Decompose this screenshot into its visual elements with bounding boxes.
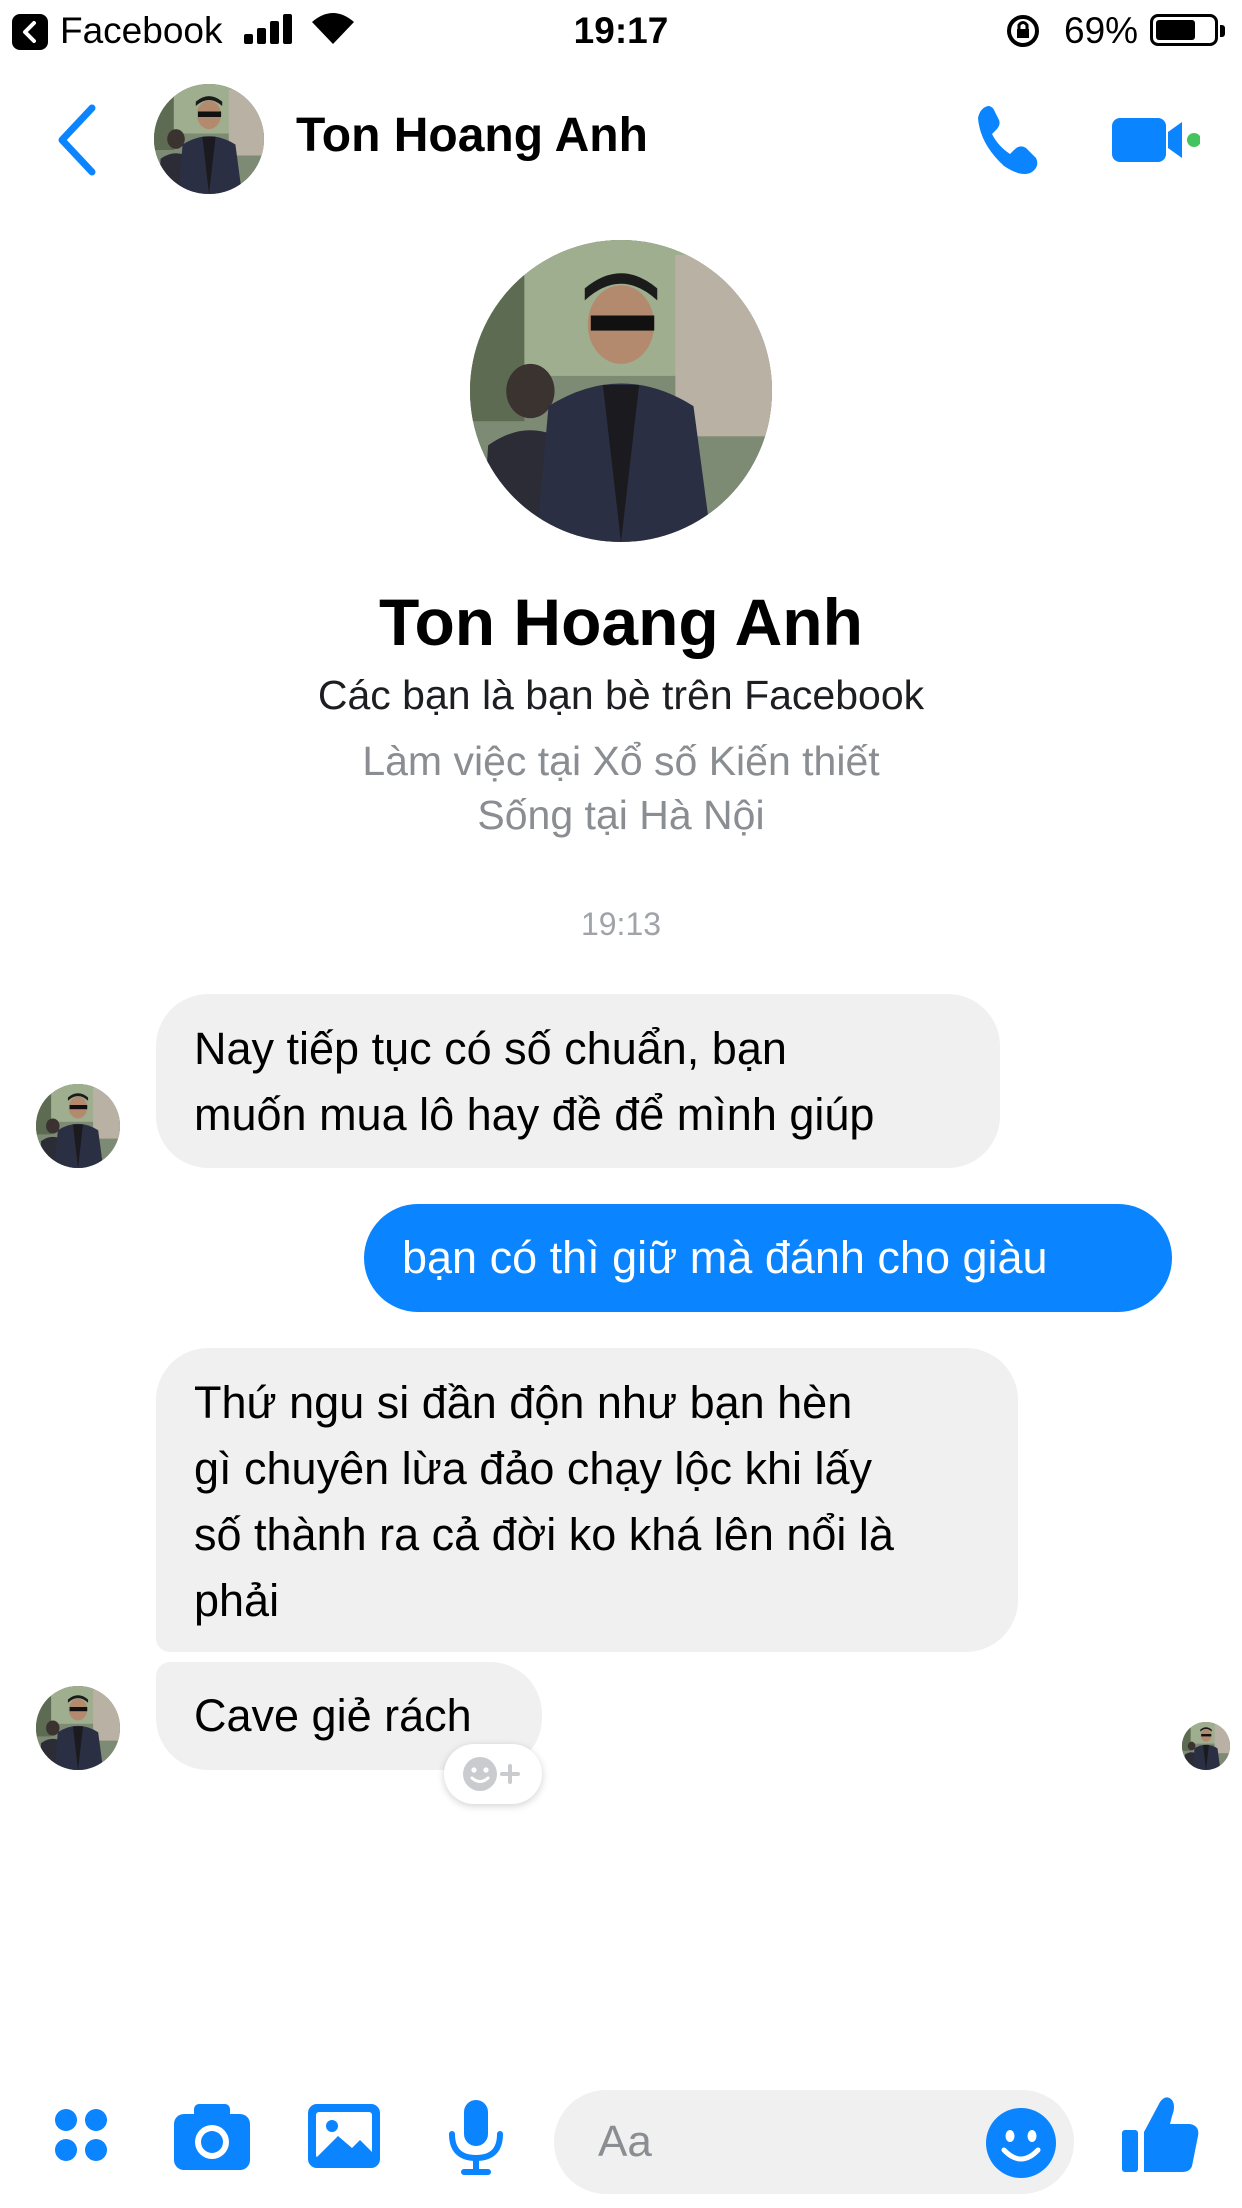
emoji-icon <box>986 2108 1056 2178</box>
sender-avatar[interactable] <box>36 1686 120 1770</box>
friendship-status: Các bạn là bạn bè trên Facebook <box>317 672 925 718</box>
sender-avatar[interactable] <box>36 1084 120 1168</box>
add-reaction-button[interactable] <box>444 1744 542 1804</box>
apps-button[interactable] <box>46 2096 126 2176</box>
header-avatar[interactable] <box>154 84 264 194</box>
message-line: số thành ra cả đời ko khá lên nổi là <box>194 1509 894 1560</box>
message-bubble-outgoing[interactable]: bạn có thì giữ mà đánh cho giàu <box>364 1204 1172 1312</box>
message-line: Thứ ngu si đần độn như bạn hèn <box>194 1377 853 1428</box>
message-line: muốn mua lô hay đề để mình giúp <box>194 1089 875 1140</box>
message-line: bạn có thì giữ mà đánh cho giàu <box>402 1232 1048 1283</box>
message-bubble-incoming[interactable]: Thứ ngu si đần độn như bạn hèn gì chuyên… <box>156 1348 1018 1652</box>
conversation-header: Ton Hoang Anh <box>0 70 1242 210</box>
message-bubble-incoming[interactable]: Nay tiếp tục có số chuẩn, bạn muốn mua l… <box>156 994 1000 1168</box>
voice-call-button[interactable] <box>970 100 1048 178</box>
chevron-left-icon <box>58 104 96 176</box>
status-bar: Facebook 19:17 69% <box>0 0 1242 62</box>
like-button[interactable] <box>1120 2092 1200 2176</box>
profile-location: Sống tại Hà Nội <box>477 792 765 838</box>
message-line: Cave giẻ rách <box>194 1690 472 1741</box>
message-timestamp: 19:13 <box>580 906 662 942</box>
voice-message-button[interactable] <box>436 2096 516 2176</box>
profile-name: Ton Hoang Anh <box>379 585 863 659</box>
thumbs-up-icon <box>1122 2097 1199 2172</box>
apps-icon <box>55 2109 107 2161</box>
active-status-dot <box>1187 133 1201 147</box>
profile-photo[interactable] <box>470 240 772 542</box>
emoji-button[interactable] <box>984 2106 1058 2180</box>
battery-percentage: 69% <box>1064 10 1139 51</box>
microphone-icon <box>449 2100 503 2175</box>
photo-button[interactable] <box>304 2096 384 2176</box>
profile-work: Làm việc tại Xổ số Kiến thiết <box>362 738 880 784</box>
battery-icon <box>1150 14 1225 46</box>
message-line: Nay tiếp tục có số chuẩn, bạn <box>194 1023 787 1074</box>
phone-icon <box>978 106 1038 174</box>
message-line: gì chuyên lừa đảo chạy lộc khi lấy <box>194 1443 873 1494</box>
back-button[interactable] <box>50 100 110 180</box>
message-line: phải <box>194 1575 280 1626</box>
contact-name[interactable]: Ton Hoang Anh <box>296 108 648 163</box>
rotation-lock-icon <box>1007 15 1039 47</box>
message-composer <box>0 2070 1242 2208</box>
message-input-wrapper <box>554 2090 1074 2194</box>
add-reaction-icon <box>463 1757 520 1791</box>
message-input[interactable] <box>598 2114 958 2170</box>
photo-icon <box>308 2104 380 2168</box>
video-camera-icon <box>1112 118 1201 162</box>
clock: 19:17 <box>573 10 669 51</box>
video-call-button[interactable] <box>1110 110 1201 170</box>
camera-icon <box>174 2104 250 2170</box>
camera-button[interactable] <box>172 2096 252 2176</box>
seen-by-avatar <box>1182 1722 1230 1770</box>
